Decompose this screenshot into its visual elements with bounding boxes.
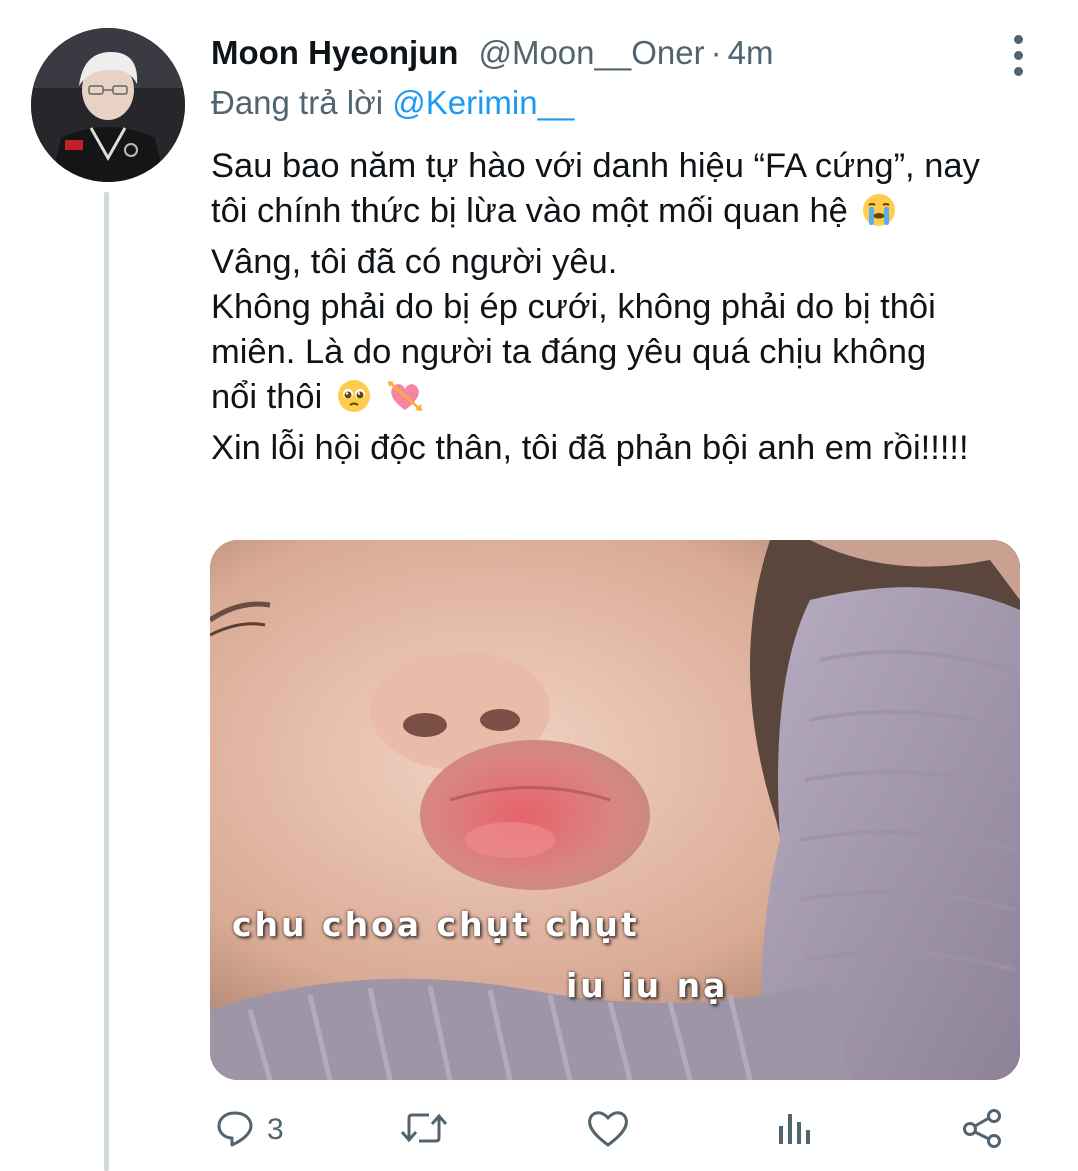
retweet-icon xyxy=(399,1108,449,1153)
image-caption-line-1: chu choa chụt chụt xyxy=(232,905,640,944)
tweet-line: nổi thôi xyxy=(211,375,1051,426)
author-name[interactable]: Moon Hyeonjun xyxy=(211,34,458,72)
reply-icon xyxy=(215,1108,255,1153)
share-icon xyxy=(961,1108,1005,1153)
share-button[interactable] xyxy=(961,1100,1005,1160)
avatar[interactable] xyxy=(31,28,185,182)
pleading-face-emoji-icon xyxy=(336,378,372,426)
tweet-line: miên. Là do người ta đáng yêu quá chịu k… xyxy=(211,333,927,371)
heart-with-arrow-emoji-icon xyxy=(385,378,425,426)
replying-to: Đang trả lời @Kerimin__ xyxy=(211,84,574,122)
like-icon xyxy=(585,1108,631,1153)
like-button[interactable] xyxy=(585,1100,631,1160)
analytics-icon xyxy=(775,1108,815,1153)
analytics-button[interactable] xyxy=(775,1100,815,1160)
tweet-header: Moon Hyeonjun @Moon__Oner · 4m xyxy=(211,34,773,78)
tweet-text: Sau bao năm tự hào với danh hiệu “FA cứn… xyxy=(211,144,1051,471)
reply-button[interactable]: 3 xyxy=(215,1100,284,1160)
tweet-time[interactable]: 4m xyxy=(728,34,774,72)
crying-face-emoji-icon xyxy=(861,192,897,240)
tweet-line: Xin lỗi hội độc thân, tôi đã phản bội an… xyxy=(211,429,969,467)
replying-to-mention[interactable]: @Kerimin__ xyxy=(392,84,574,121)
tweet-actions: 3 xyxy=(211,1100,1021,1160)
tweet-line: Sau bao năm tự hào với danh hiệu “FA cứn… xyxy=(211,147,980,185)
image-caption-line-2: iu iu nạ xyxy=(566,966,729,1005)
more-options-icon[interactable] xyxy=(998,30,1038,80)
header-separator: · xyxy=(710,34,722,71)
tweet-line: Không phải do bị ép cưới, không phải do … xyxy=(211,288,936,326)
thread-line xyxy=(104,192,109,1171)
reply-count: 3 xyxy=(267,1113,284,1146)
replying-to-label: Đang trả lời xyxy=(211,84,384,121)
tweet-line: Vâng, tôi đã có người yêu. xyxy=(211,243,618,281)
tweet-line: tôi chính thức bị lừa vào một mối quan h… xyxy=(211,189,1051,240)
author-handle[interactable]: @Moon__Oner xyxy=(478,34,704,72)
retweet-button[interactable] xyxy=(399,1100,449,1160)
